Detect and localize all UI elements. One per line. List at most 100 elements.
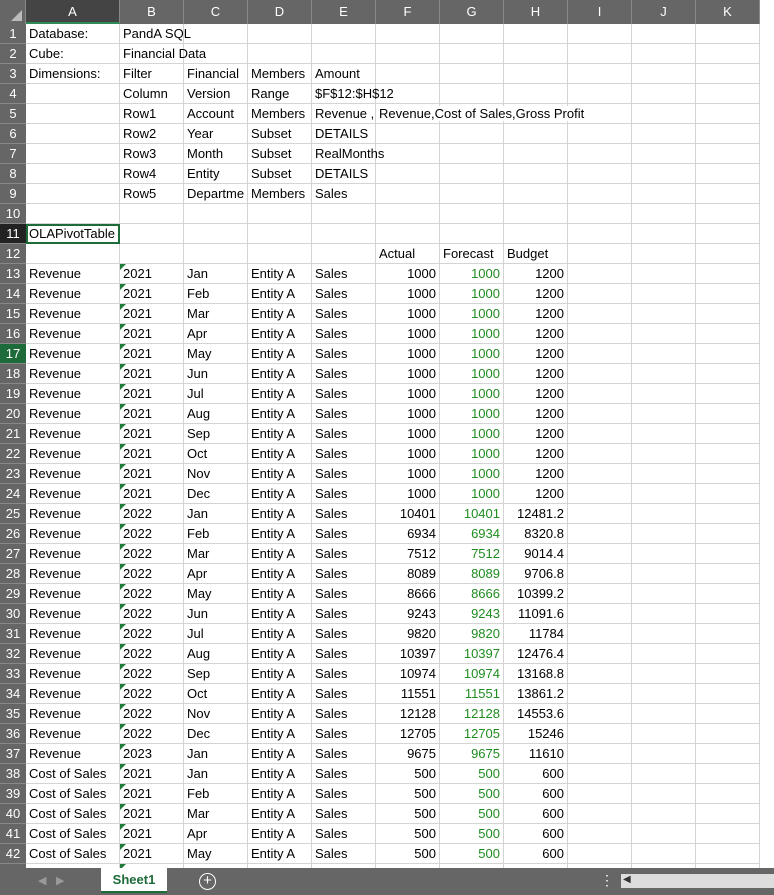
cell-H13[interactable]: 1200 (504, 264, 568, 284)
cell-I29[interactable] (568, 584, 632, 604)
cell-F31[interactable]: 9820 (376, 624, 440, 644)
cell-H19[interactable]: 1200 (504, 384, 568, 404)
cell-F37[interactable]: 9675 (376, 744, 440, 764)
row-header-37[interactable]: 37 (0, 744, 26, 764)
cell-J36[interactable] (632, 724, 696, 744)
cell-I31[interactable] (568, 624, 632, 644)
cell-E23[interactable]: Sales (312, 464, 376, 484)
cell-G1[interactable] (440, 24, 504, 44)
cell-C27[interactable]: Mar (184, 544, 248, 564)
cell-G8[interactable] (440, 164, 504, 184)
cell-K12[interactable] (696, 244, 760, 264)
cell-I24[interactable] (568, 484, 632, 504)
cell-K7[interactable] (696, 144, 760, 164)
cell-A13[interactable]: Revenue (26, 264, 120, 284)
cell-E16[interactable]: Sales (312, 324, 376, 344)
cell-E5[interactable]: Revenue , (312, 104, 376, 124)
cell-A22[interactable]: Revenue (26, 444, 120, 464)
cell-I9[interactable] (568, 184, 632, 204)
cell-D34[interactable]: Entity A (248, 684, 312, 704)
row-header-1[interactable]: 1 (0, 24, 26, 44)
cell-H26[interactable]: 8320.8 (504, 524, 568, 544)
cell-I39[interactable] (568, 784, 632, 804)
cell-F18[interactable]: 1000 (376, 364, 440, 384)
cell-G42[interactable]: 500 (440, 844, 504, 864)
cell-J22[interactable] (632, 444, 696, 464)
cell-E35[interactable]: Sales (312, 704, 376, 724)
cell-D42[interactable]: Entity A (248, 844, 312, 864)
cell-A24[interactable]: Revenue (26, 484, 120, 504)
cell-E15[interactable]: Sales (312, 304, 376, 324)
cell-G19[interactable]: 1000 (440, 384, 504, 404)
row-header-29[interactable]: 29 (0, 584, 26, 604)
cell-D15[interactable]: Entity A (248, 304, 312, 324)
cell-H35[interactable]: 14553.6 (504, 704, 568, 724)
cell-E30[interactable]: Sales (312, 604, 376, 624)
cell-K35[interactable] (696, 704, 760, 724)
cell-H37[interactable]: 11610 (504, 744, 568, 764)
cell-H32[interactable]: 12476.4 (504, 644, 568, 664)
cell-E37[interactable]: Sales (312, 744, 376, 764)
cell-C9[interactable]: Departme (184, 184, 248, 204)
cell-B20[interactable]: 2021 (120, 404, 184, 424)
cell-E14[interactable]: Sales (312, 284, 376, 304)
cell-E25[interactable]: Sales (312, 504, 376, 524)
cell-D14[interactable]: Entity A (248, 284, 312, 304)
cell-I2[interactable] (568, 44, 632, 64)
cell-G15[interactable]: 1000 (440, 304, 504, 324)
cell-E20[interactable]: Sales (312, 404, 376, 424)
cell-B14[interactable]: 2021 (120, 284, 184, 304)
cell-H39[interactable]: 600 (504, 784, 568, 804)
cell-F5[interactable]: Revenue,Cost of Sales,Gross Profit (376, 104, 585, 124)
cell-B40[interactable]: 2021 (120, 804, 184, 824)
cell-B12[interactable] (120, 244, 184, 264)
cell-B10[interactable] (120, 204, 184, 224)
cell-E3[interactable]: Amount (312, 64, 376, 84)
cell-F42[interactable]: 500 (376, 844, 440, 864)
cell-G24[interactable]: 1000 (440, 484, 504, 504)
cell-G40[interactable]: 500 (440, 804, 504, 824)
cell-K5[interactable] (696, 104, 760, 124)
cell-K1[interactable] (696, 24, 760, 44)
select-all-button[interactable] (0, 0, 26, 24)
cell-I20[interactable] (568, 404, 632, 424)
cell-I10[interactable] (568, 204, 632, 224)
row-header-26[interactable]: 26 (0, 524, 26, 544)
cell-H20[interactable]: 1200 (504, 404, 568, 424)
prev-sheet-icon[interactable]: ◀ (38, 874, 46, 887)
cell-H30[interactable]: 11091.6 (504, 604, 568, 624)
column-header-B[interactable]: B (120, 0, 184, 24)
cell-J19[interactable] (632, 384, 696, 404)
cell-E6[interactable]: DETAILS (312, 124, 376, 144)
cell-G4[interactable] (440, 84, 504, 104)
cell-A10[interactable] (26, 204, 120, 224)
cell-D27[interactable]: Entity A (248, 544, 312, 564)
row-header-5[interactable]: 5 (0, 104, 26, 124)
cell-K13[interactable] (696, 264, 760, 284)
cell-C2[interactable] (184, 44, 248, 64)
cell-E27[interactable]: Sales (312, 544, 376, 564)
row-header-40[interactable]: 40 (0, 804, 26, 824)
cell-K28[interactable] (696, 564, 760, 584)
cell-I37[interactable] (568, 744, 632, 764)
cell-J40[interactable] (632, 804, 696, 824)
cell-I17[interactable] (568, 344, 632, 364)
row-header-34[interactable]: 34 (0, 684, 26, 704)
cell-K30[interactable] (696, 604, 760, 624)
cell-A25[interactable]: Revenue (26, 504, 120, 524)
cell-B9[interactable]: Row5 (120, 184, 184, 204)
cell-J14[interactable] (632, 284, 696, 304)
cell-E42[interactable]: Sales (312, 844, 376, 864)
column-header-E[interactable]: E (312, 0, 376, 24)
cell-B5[interactable]: Row1 (120, 104, 184, 124)
cell-E10[interactable] (312, 204, 376, 224)
cell-C35[interactable]: Nov (184, 704, 248, 724)
cell-J17[interactable] (632, 344, 696, 364)
column-header-I[interactable]: I (568, 0, 632, 24)
cell-G33[interactable]: 10974 (440, 664, 504, 684)
cell-H34[interactable]: 13861.2 (504, 684, 568, 704)
cell-A1[interactable]: Database: (26, 24, 120, 44)
cell-I6[interactable] (568, 124, 632, 144)
cell-J18[interactable] (632, 364, 696, 384)
cell-H9[interactable] (504, 184, 568, 204)
